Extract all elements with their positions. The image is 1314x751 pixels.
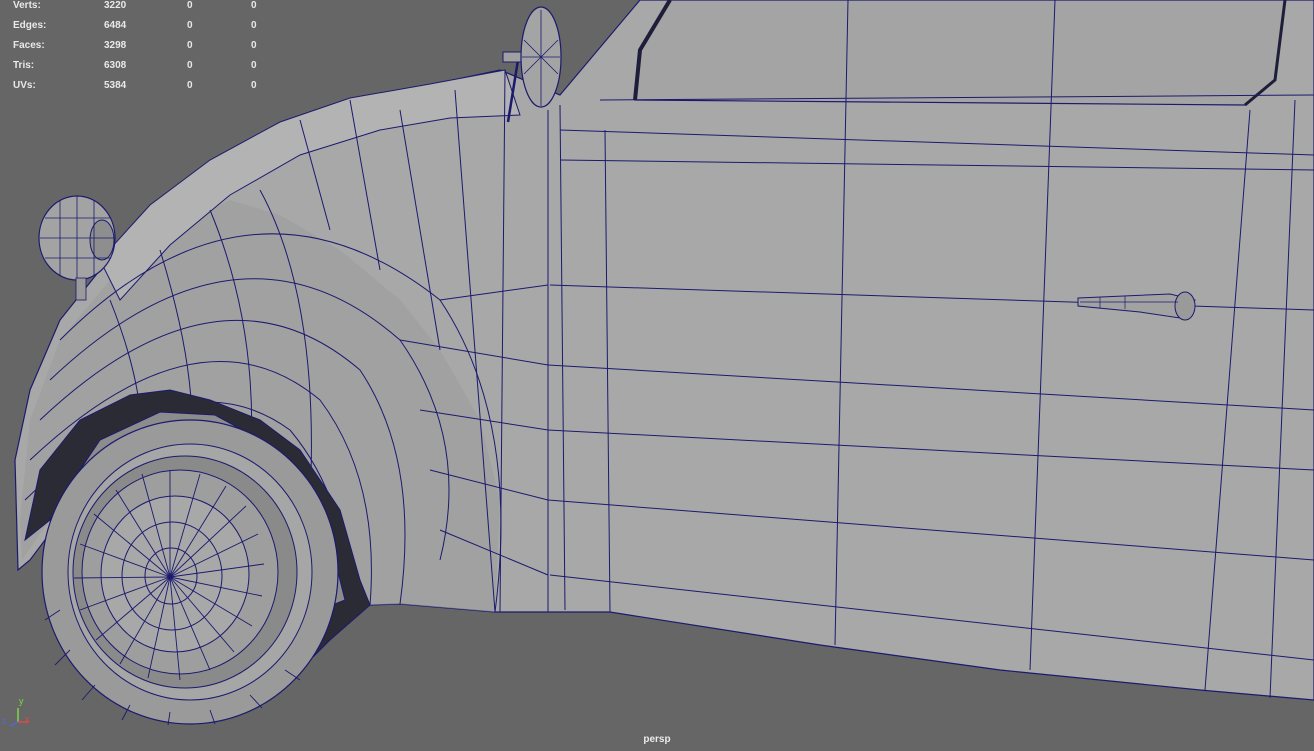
poly-count-selected: 0 [187,80,193,91]
poly-count-selected: 0 [187,0,193,11]
poly-count-edges: Edges: 6484 0 0 [13,20,283,40]
poly-count-label: Edges: [13,20,47,31]
poly-count-uv: 0 [251,40,257,51]
poly-count-selected: 0 [187,40,193,51]
poly-count-selected: 0 [187,60,193,71]
poly-count-label: Faces: [13,40,45,51]
poly-count-verts: Verts: 3220 0 0 [13,0,283,20]
poly-count-value: 6484 [104,20,127,31]
view-axis-icon: y z x [2,696,31,728]
poly-count-value: 5384 [104,80,127,91]
perspective-viewport[interactable] [0,0,1314,751]
poly-count-label: Tris: [13,60,35,71]
axis-z-label: z [2,716,7,726]
axis-y-label: y [19,696,24,706]
poly-count-selected: 0 [187,20,193,31]
poly-count-label: Verts: [13,0,41,11]
axis-x-label: x [25,714,30,724]
camera-name-label: persp [643,734,671,745]
poly-count-value: 6308 [104,60,127,71]
tire [41,419,339,725]
poly-count-uv: 0 [251,0,257,11]
poly-count-uv: 0 [251,60,257,71]
poly-count-label: UVs: [13,80,36,91]
poly-count-tris: Tris: 6308 0 0 [13,60,283,80]
poly-count-faces: Faces: 3298 0 0 [13,40,283,60]
poly-count-uv: 0 [251,20,257,31]
window-frame [634,0,1286,106]
poly-count-uv: 0 [251,80,257,91]
heads-up-display: Verts: 3220 0 0 Edges: 6484 0 0 Faces: 3… [13,0,283,100]
poly-count-uvs: UVs: 5384 0 0 [13,80,283,100]
poly-count-value: 3220 [104,0,127,11]
poly-count-value: 3298 [104,40,127,51]
